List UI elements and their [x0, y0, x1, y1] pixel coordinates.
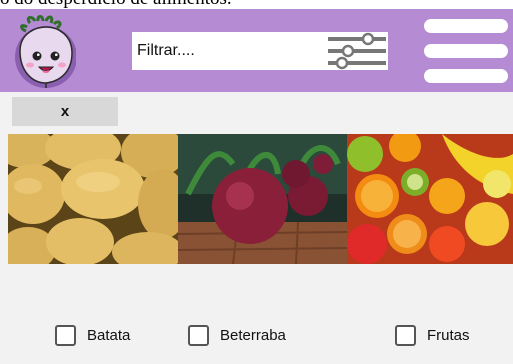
- page-title-partial: o do desperdício de alimentos.: [0, 0, 513, 9]
- sliders-filter-icon[interactable]: [326, 32, 388, 70]
- search-input[interactable]: [132, 32, 322, 70]
- page-title-text: o do desperdício de alimentos.: [0, 0, 232, 9]
- beterraba-image: [178, 134, 347, 264]
- filter-checkbox-batata[interactable]: Batata: [55, 325, 130, 346]
- batata-image: [8, 134, 178, 264]
- filter-checkbox-beterraba[interactable]: Beterraba: [188, 325, 286, 346]
- menu-bar-line: [424, 44, 508, 58]
- checkbox-label: Frutas: [427, 327, 470, 344]
- header-bar: [0, 9, 513, 92]
- menu-bar-line: [424, 19, 508, 33]
- frutas-image: [347, 134, 513, 264]
- checkbox-label: Beterraba: [220, 327, 286, 344]
- beet-mascot-logo-icon: [10, 15, 77, 89]
- filter-checkbox-frutas[interactable]: Frutas: [395, 325, 470, 346]
- search-field[interactable]: [132, 32, 388, 70]
- checkbox-label: Batata: [87, 327, 131, 344]
- checkbox-icon[interactable]: [188, 325, 209, 346]
- close-button[interactable]: x: [12, 97, 118, 126]
- checkbox-icon[interactable]: [55, 325, 76, 346]
- checkbox-icon[interactable]: [395, 325, 416, 346]
- menu-bar-line: [424, 69, 508, 83]
- hamburger-menu-icon[interactable]: [424, 19, 508, 83]
